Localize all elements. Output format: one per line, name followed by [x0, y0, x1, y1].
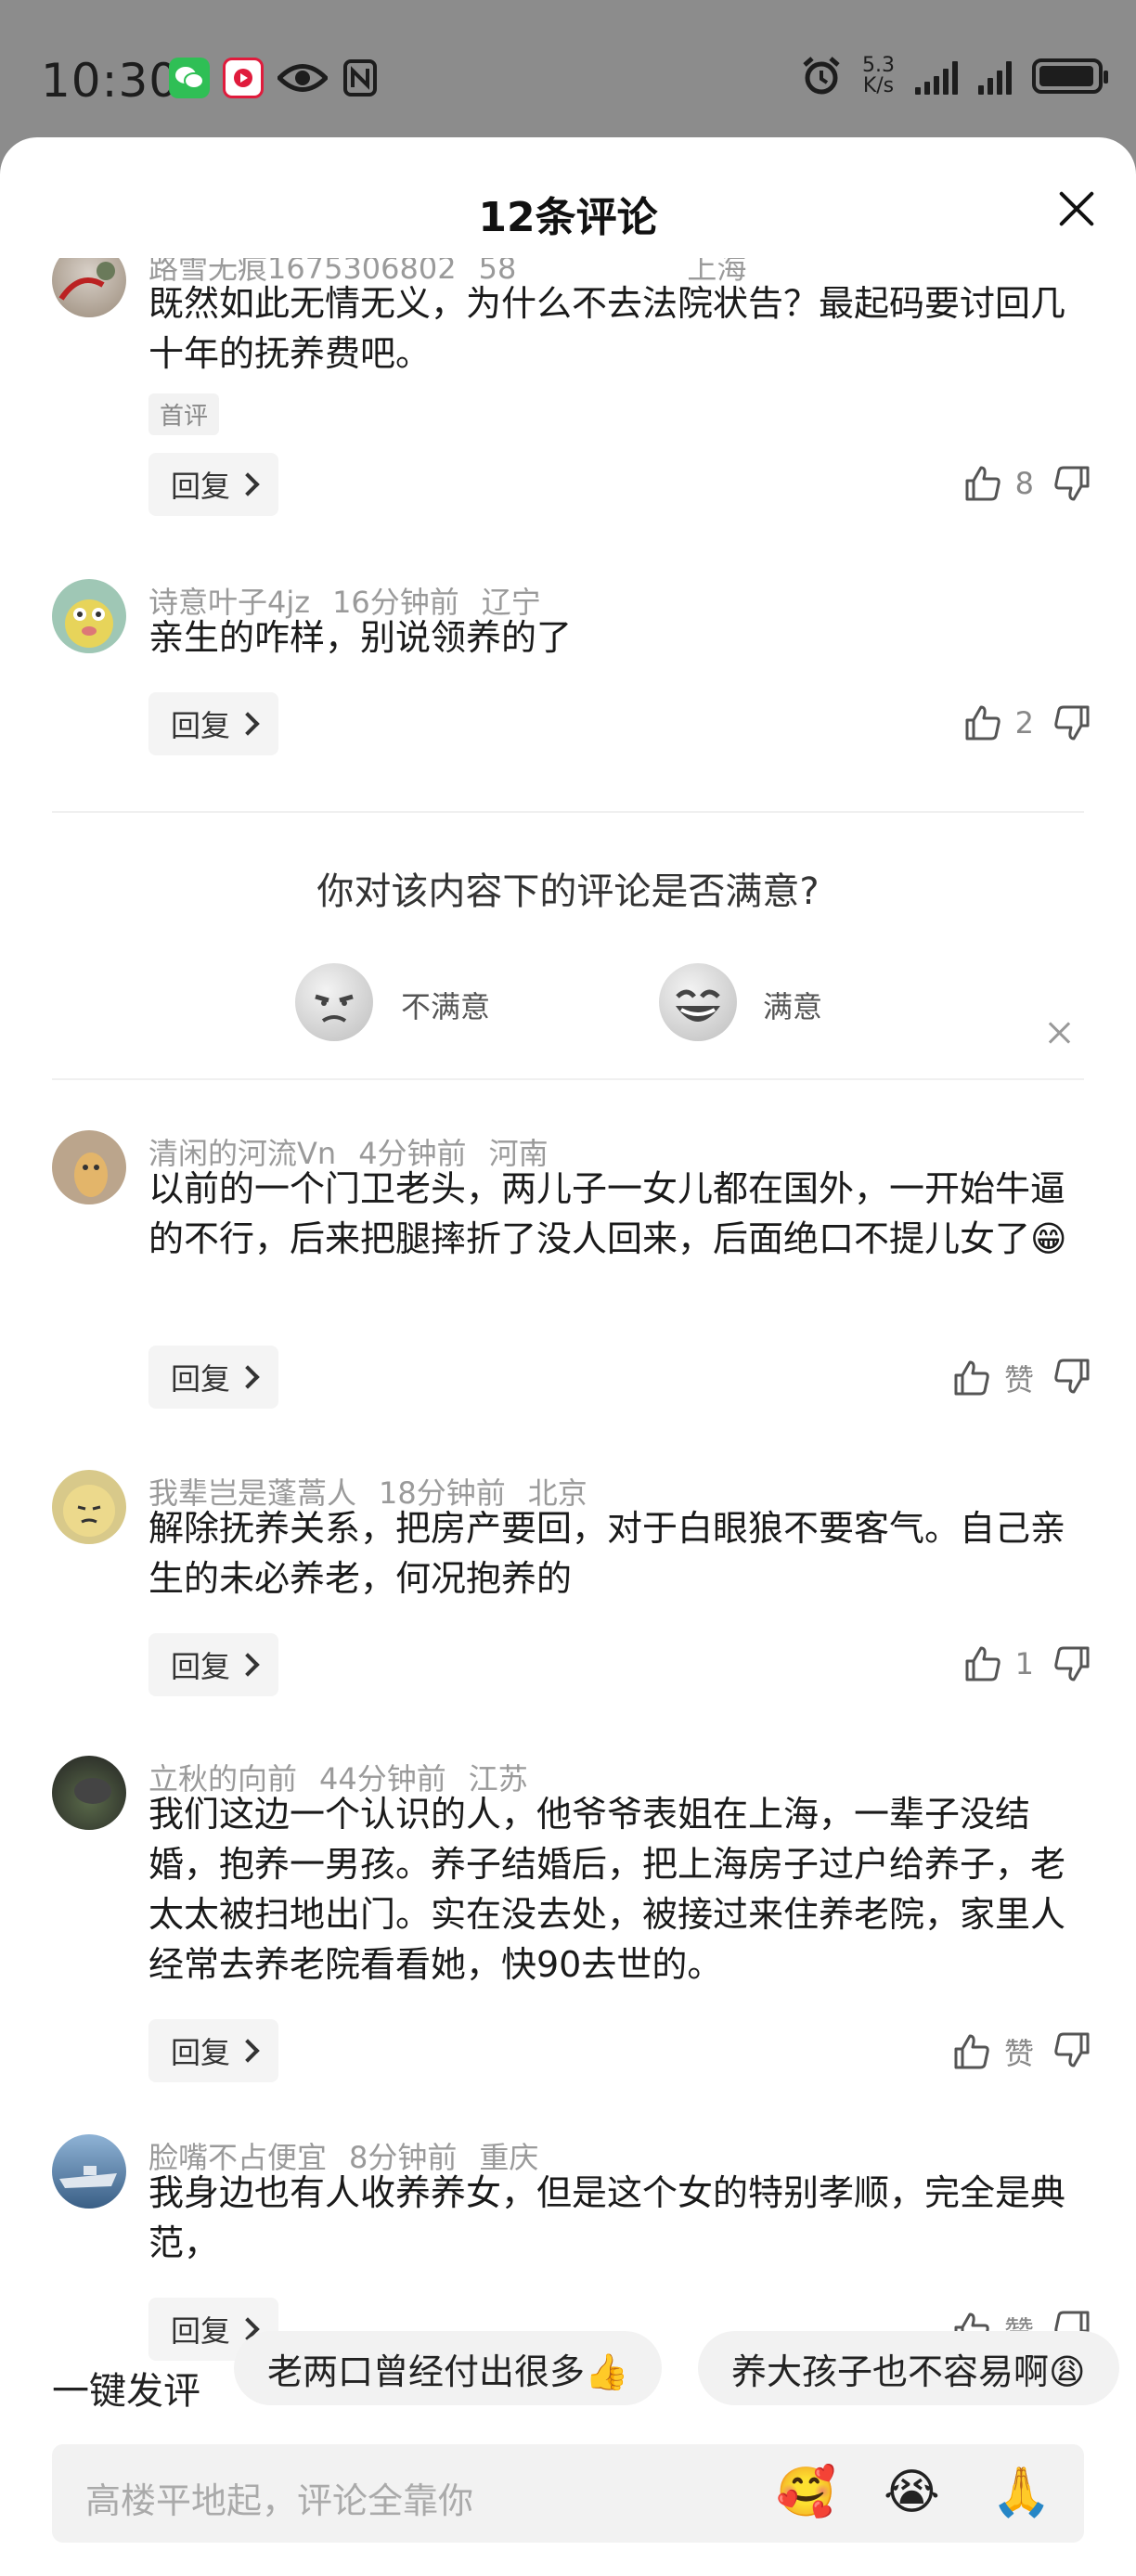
like-count: 8 — [1014, 466, 1034, 501]
chevron-right-icon — [236, 472, 260, 496]
avatar[interactable] — [52, 1756, 126, 1830]
alarm-icon — [803, 57, 840, 95]
comment-text[interactable]: 既然如此无情无义，为什么不去法院状告？最起码要讨回几十年的抚养费吧。 — [148, 278, 1086, 379]
crying-face-emoji-icon[interactable]: 😭 — [884, 2465, 940, 2520]
avatar[interactable] — [52, 1470, 126, 1544]
thumbs-down-icon[interactable] — [1052, 1357, 1091, 1396]
comment-text[interactable]: 我们这边一个认识的人，他爷爷表姐在上海，一辈子没结婚，抱养一男孩。养子结婚后，把… — [148, 1789, 1086, 1990]
close-button[interactable] — [1052, 186, 1099, 232]
like-count: 1 — [1014, 1646, 1034, 1681]
quick-comment-label: 一键发评 — [52, 2370, 200, 2413]
eye-icon — [277, 58, 329, 98]
like-count: 赞 — [1003, 2036, 1034, 2071]
reply-button[interactable]: 回复 — [148, 692, 278, 755]
thumbs-up-icon — [965, 466, 1000, 501]
reply-label: 回复 — [170, 469, 230, 504]
status-right: 5.3 K/s — [801, 56, 1108, 97]
reply-button[interactable]: 回复 — [148, 2019, 278, 2082]
like-count: 赞 — [1003, 1362, 1034, 1397]
folded-hands-emoji-icon[interactable]: 🙏 — [991, 2465, 1052, 2520]
status-bar: 10:30 5.3 K/s — [0, 0, 1136, 139]
reply-label: 回复 — [170, 1361, 230, 1397]
comment-text[interactable]: 以前的一个门卫老头，两儿子一女儿都在国外，一开始牛逼的不行，后来把腿摔折了没人回… — [148, 1164, 1086, 1264]
avatar[interactable] — [52, 579, 126, 653]
battery-icon — [1032, 58, 1108, 94]
like-button[interactable]: 8 — [963, 464, 1034, 503]
reply-label: 回复 — [170, 1649, 230, 1684]
signal-icon — [915, 58, 958, 95]
survey-question: 你对该内容下的评论是否满意? — [316, 870, 820, 913]
divider — [52, 811, 1084, 813]
like-button[interactable]: 2 — [963, 703, 1034, 742]
nfc-icon — [340, 58, 381, 98]
unsatisfied-face-icon[interactable] — [295, 963, 373, 1041]
thumbs-up-icon — [965, 705, 1000, 741]
network-speed: 5.3 K/s — [862, 56, 895, 97]
divider — [52, 1078, 1084, 1080]
thumbs-up-icon — [965, 1646, 1000, 1681]
thumbs-up-icon — [954, 2034, 989, 2069]
reply-button[interactable]: 回复 — [148, 453, 278, 516]
thumbs-up-icon — [954, 1360, 989, 1396]
thumbs-down-icon[interactable] — [1052, 2030, 1091, 2069]
smiling-face-hearts-emoji-icon[interactable]: 🥰 — [776, 2465, 836, 2520]
chevron-right-icon — [236, 2039, 260, 2063]
signal-icon — [978, 58, 1012, 95]
chevron-right-icon — [236, 1365, 260, 1389]
comment-input-placeholder: 高楼平地起，评论全靠你 — [85, 2480, 474, 2521]
first-comment-tag: 首评 — [148, 393, 220, 435]
like-count: 2 — [1014, 705, 1034, 741]
like-button[interactable]: 1 — [963, 1644, 1034, 1683]
reply-label: 回复 — [170, 708, 230, 743]
thumbs-down-icon[interactable] — [1052, 703, 1091, 742]
satisfied-label[interactable]: 满意 — [763, 984, 822, 1026]
quick-comment-chip[interactable]: 老两口曾经付出很多👍 — [234, 2331, 663, 2405]
reply-button[interactable]: 回复 — [148, 1346, 278, 1409]
comment-text[interactable]: 亲生的咋样，别说领养的了 — [148, 612, 1086, 663]
satisfied-face-icon[interactable] — [659, 963, 737, 1041]
thumbs-down-icon[interactable] — [1052, 1644, 1091, 1683]
status-time: 10:30 — [41, 54, 180, 108]
quick-comment-chip[interactable]: 养大孩子也不容易啊😩 — [698, 2331, 1119, 2405]
comment-list[interactable]: 路雪无痕1675306802 58 上海 既然如此无情无义，为什么不去法院状告？最起… — [0, 258, 1136, 2461]
chevron-right-icon — [236, 1653, 260, 1677]
chevron-right-icon — [236, 712, 260, 736]
sheet-title: 12条评论 — [478, 194, 658, 241]
comment-input[interactable]: 高楼平地起，评论全靠你 🥰 😭 🙏 — [52, 2444, 1084, 2543]
like-button[interactable]: 赞 — [952, 2030, 1034, 2073]
comments-sheet: 12条评论 路雪无痕1675306802 58 上海 既然如此无情无义，为什么不去法… — [0, 137, 1136, 2576]
comment-text[interactable]: 解除抚养关系，把房产要回，对于白眼狼不要客气。自己亲生的未必养老，何况抱养的 — [148, 1503, 1086, 1604]
video-app-icon — [223, 58, 264, 98]
thumbs-down-icon[interactable] — [1052, 464, 1091, 503]
comment-text[interactable]: 我身边也有人收养养女，但是这个女的特别孝顺，完全是典范， — [148, 2168, 1086, 2268]
reply-label: 回复 — [170, 2313, 230, 2349]
speed-value: 5.3 — [862, 54, 895, 77]
avatar[interactable] — [52, 1130, 126, 1204]
survey-close-icon[interactable] — [1045, 1019, 1073, 1047]
speed-unit: K/s — [862, 74, 895, 97]
reply-button[interactable]: 回复 — [148, 1633, 278, 1696]
avatar[interactable] — [52, 258, 126, 317]
reply-label: 回复 — [170, 2035, 230, 2070]
avatar[interactable] — [52, 2134, 126, 2209]
unsatisfied-label[interactable]: 不满意 — [401, 984, 490, 1026]
wechat-icon — [169, 58, 210, 98]
like-button[interactable]: 赞 — [952, 1357, 1034, 1399]
